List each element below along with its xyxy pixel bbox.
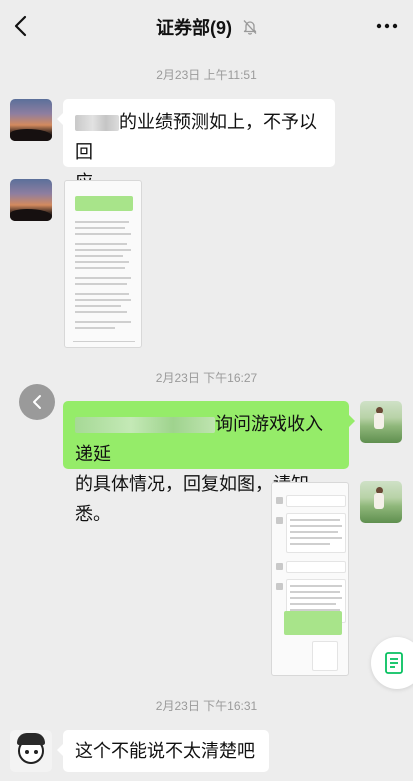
chat-title: 证券部(9) [155, 18, 232, 38]
timestamp: 2月23日 下午16:31 [155, 699, 258, 713]
screenshot-image[interactable] [64, 180, 142, 348]
message-bubble[interactable]: 的业绩预测如上，不予以回 应。 [57, 99, 335, 192]
message-bubble[interactable]: 这个不能说不太清楚吧 [57, 730, 269, 772]
timestamp: 2月23日 上午11:51 [156, 68, 257, 82]
bell-muted-icon [243, 19, 257, 35]
redacted-text [75, 417, 215, 434]
floating-document-button[interactable] [371, 637, 413, 689]
more-button[interactable] [373, 18, 401, 34]
avatar[interactable] [360, 401, 402, 443]
avatar[interactable] [10, 730, 52, 772]
message-text: 这个不能说不太清楚吧 [75, 741, 255, 761]
chat-title-area: 证券部(9) [0, 14, 413, 40]
timestamp: 2月23日 下午16:27 [155, 371, 258, 385]
avatar[interactable] [10, 179, 52, 221]
document-icon [385, 652, 403, 674]
redacted-text [75, 115, 119, 132]
avatar[interactable] [360, 481, 402, 523]
avatar[interactable] [10, 99, 52, 141]
screenshot-image[interactable] [271, 482, 349, 676]
message-bubble[interactable]: 询问游戏收入递延 的具体情况，回复如图，请知悉。 [63, 401, 355, 524]
chat-header: 证券部(9) [0, 0, 413, 52]
more-dots-icon [376, 23, 398, 29]
chevron-left-icon [33, 395, 41, 409]
floating-back-button[interactable] [19, 384, 55, 420]
